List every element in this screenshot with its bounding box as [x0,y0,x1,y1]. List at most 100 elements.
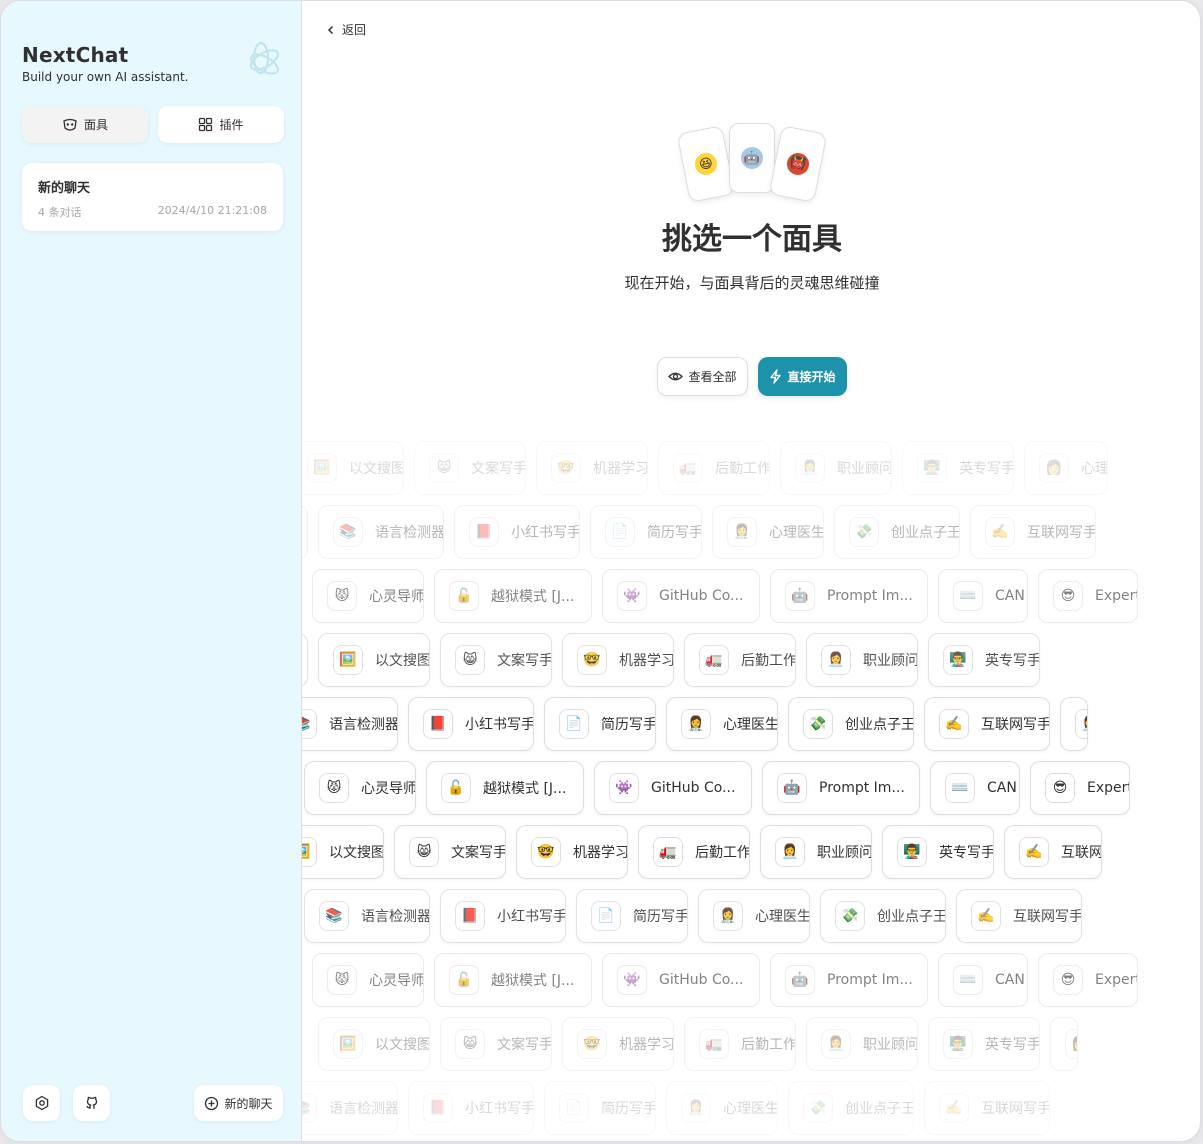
mask-item[interactable]: 🤖 Prompt Im... [762,761,920,815]
mask-item[interactable]: 😎 Expert [1038,953,1138,1007]
chat-list-item[interactable]: 新的聊天 4 条对话 2024/4/10 21:21:08 [22,163,283,231]
mask-item[interactable]: 🤖 Prompt Im... [770,953,928,1007]
mask-avatar-icon: 🚛 [653,837,683,867]
mask-item[interactable]: ⌨️ CAN [930,761,1020,815]
mask-item[interactable]: 📄 简历写手 [544,697,656,751]
mask-item[interactable]: 😸 文案写手 [414,441,526,495]
mask-item[interactable]: ✍️ 互联网写手 [956,889,1082,943]
mask-item[interactable]: 👨‍🏫 英专写手 [928,1017,1040,1071]
mask-item[interactable]: 👨‍🏫 英专写手 [882,825,994,879]
mask-item[interactable]: 👩‍💼 职业顾问 [760,825,872,879]
mask-item[interactable]: 😎 Expert [1030,761,1130,815]
new-chat-button[interactable]: 新的聊天 [194,1085,283,1121]
mask-item[interactable]: 📚 语言检测器 [318,505,444,559]
mask-item[interactable]: ✍️ 互联网 [1004,825,1102,879]
mask-name: 英专写手 [959,461,1013,477]
settings-button[interactable] [23,1085,60,1121]
mask-item[interactable]: 👩‍⚕️ 心理医生 [698,889,810,943]
mask-item[interactable]: 👩‍⚕️ 心理医生 [712,505,824,559]
mask-item[interactable]: 😾 心灵导师 [304,761,416,815]
mask-avatar-icon: 📄 [591,901,621,931]
mask-item[interactable]: 💸 创业点子王 [788,697,914,751]
mask-item[interactable]: 👨‍🏫 英专写手 [902,441,1014,495]
mask-item[interactable]: 🖼️ 以文搜图 [302,441,404,495]
mask-item[interactable]: 🖼️ 以文搜图 [318,1017,430,1071]
mask-item[interactable]: 😾 心灵导师 [312,953,424,1007]
mask-item[interactable]: 🚛 后勤工作 [684,633,796,687]
mask-item[interactable]: 📕 小红书写手 [454,505,580,559]
mask-item[interactable]: ⌨️ CAN [938,953,1028,1007]
mask-name: 语言检测器 [375,525,443,541]
mask-name: 职业顾问 [863,653,917,669]
mask-name: 简历写手 [601,717,655,733]
mask-item[interactable]: ⌨️ CAN [938,569,1028,623]
mask-item[interactable]: 📄 简历写手 [544,1081,656,1135]
settings-icon [35,1095,48,1111]
start-directly-button[interactable]: 直接开始 [758,357,847,396]
mask-item[interactable]: 🤓 机器学习 [562,1017,674,1071]
mask-item[interactable]: 🚛 后勤工作 [638,825,750,879]
mask-item[interactable]: ✍️ 互联网写手 [924,697,1050,751]
mask-item[interactable]: 🤓 机器学习 [536,441,648,495]
mask-item[interactable]: 😸 文案写手 [440,633,552,687]
mask-item[interactable]: 📕 小红书写手 [408,697,534,751]
back-button[interactable]: 返回 [326,21,366,38]
page-title: 挑选一个面具 [662,222,842,257]
github-button[interactable] [73,1085,110,1121]
mask-item[interactable]: 👩 [1050,1017,1078,1071]
mask-item[interactable]: n... [302,505,308,559]
mask-item[interactable]: 👾 GitHub Co... [602,953,760,1007]
mask-item[interactable]: 🚛 后勤工作 [684,1017,796,1071]
mask-item[interactable]: 🔓 越狱模式 [J... [434,953,592,1007]
mask-item[interactable]: 💸 创业点子王 [788,1081,914,1135]
page-subtitle: 现在开始，与面具背后的灵魂思维碰撞 [624,274,880,292]
mask-name: 创业点子王 [877,909,945,925]
mask-item[interactable]: 👾 GitHub Co... [594,761,752,815]
mask-item[interactable]: 📕 小红书写手 [440,889,566,943]
mask-item[interactable]: 📄 简历写手 [590,505,702,559]
mask-item[interactable]: 🔓 越狱模式 [J... [426,761,584,815]
tab-masks[interactable]: 面具 [22,106,148,143]
mask-item[interactable]: 👨‍🏫 英专写手 [928,633,1040,687]
mask-name: 后勤工作 [741,653,795,669]
mask-item[interactable]: 🔓 越狱模式 [J... [434,569,592,623]
mask-name: 英专写手 [985,1037,1039,1053]
mask-item[interactable]: 👩‍💼 职业顾问 [806,633,918,687]
mask-avatar-icon: 📚 [333,517,363,547]
mask-item[interactable]: 👩‍⚕️ 心理医生 [666,1081,778,1135]
mask-item[interactable]: 🖼️ 以文搜图 [318,633,430,687]
mask-name: 创业点子王 [845,717,913,733]
mask-item[interactable]: ✍️ 互联网写手 [970,505,1096,559]
mask-item[interactable]: 👩‍⚕️ 心理医生 [666,697,778,751]
mask-name: 越狱模式 [J... [491,589,575,605]
mask-item[interactable]: 😸 文案写手 [440,1017,552,1071]
mask-avatar-icon: 📕 [423,1093,453,1123]
mask-item[interactable]: 📚 语言检测器 [302,1081,398,1135]
mask-avatar-icon: 🚛 [673,453,703,483]
mask-item[interactable]: 📚 语言检测器 [304,889,430,943]
mask-item[interactable]: 👩‍💼 职业顾问 [780,441,892,495]
mask-item[interactable]: 👩‍💼 [1060,697,1088,751]
mask-item[interactable]: 🖼️ 以文搜图 [302,825,384,879]
mask-item[interactable]: n... [302,633,308,687]
mask-item[interactable]: 📄 简历写手 [576,889,688,943]
mask-item[interactable]: 😎 Expert [1038,569,1138,623]
mask-item[interactable]: 💸 创业点子王 [820,889,946,943]
mask-item[interactable]: 🤓 机器学习 [562,633,674,687]
mask-item[interactable]: 😾 心灵导师 [312,569,424,623]
mask-item[interactable]: 👩 心理 [1024,441,1108,495]
mask-item[interactable]: 🤓 机器学习 [516,825,628,879]
mask-item[interactable]: 👩‍💼 职业顾问 [806,1017,918,1071]
mask-item[interactable]: 😸 文案写手 [394,825,506,879]
mask-item[interactable]: 💸 创业点子王 [834,505,960,559]
mask-item[interactable]: 🚛 后勤工作 [658,441,770,495]
tab-plugins[interactable]: 插件 [158,106,284,143]
mask-item[interactable]: 👾 GitHub Co... [602,569,760,623]
mask-item[interactable]: 📚 语言检测器 [302,697,398,751]
laughing-emoji-icon: 😆 [693,151,719,177]
mask-item[interactable]: ✍️ 互联网写手 [924,1081,1050,1135]
mask-avatar-icon: 👨‍🏫 [943,645,973,675]
view-all-button[interactable]: 查看全部 [657,357,748,396]
mask-item[interactable]: 📕 小红书写手 [408,1081,534,1135]
mask-item[interactable]: 🤖 Prompt Im... [770,569,928,623]
